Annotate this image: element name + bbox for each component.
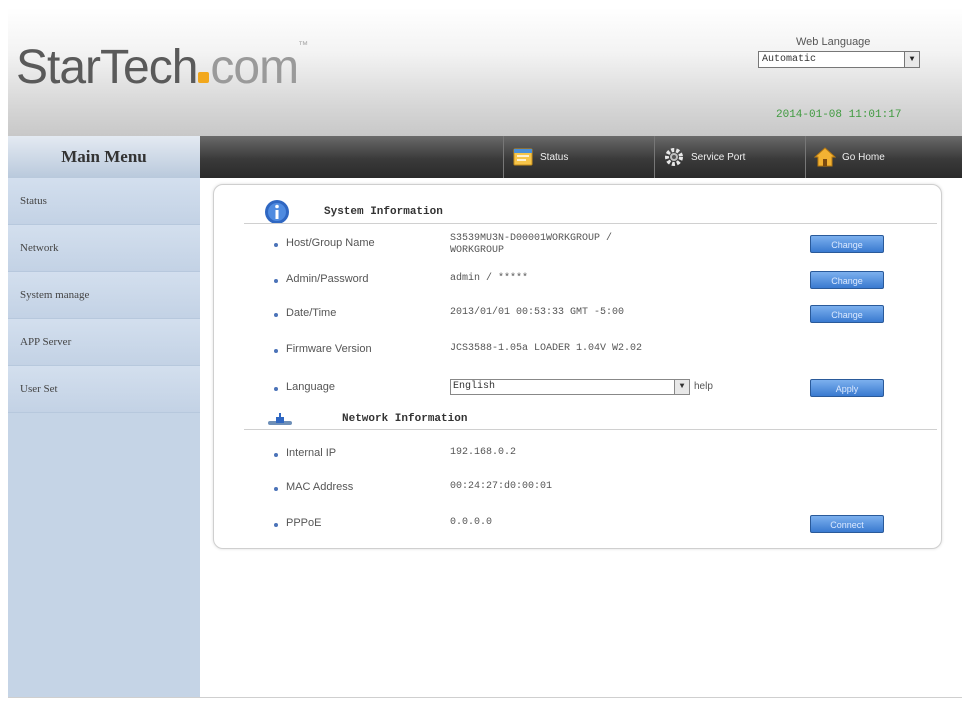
sidebar-item-status[interactable]: Status [8,178,200,225]
main-menu-title: Main Menu [8,136,200,178]
pppoe-value: 0.0.0.0 [450,517,493,528]
date-time-label: Date/Time [286,307,337,319]
mac-address-label: MAC Address [286,481,354,493]
nav-status-label: Status [540,151,569,163]
web-language-select[interactable]: Automatic ▼ [758,51,920,68]
web-language-value: Automatic [762,54,817,65]
gear-icon [665,148,683,166]
web-language-label: Web Language [796,36,871,48]
host-group-value-line1: S3539MU3N-D00001WORKGROUP / [450,233,613,244]
row-pppoe: PPPoE 0.0.0.0 Connect [214,513,941,539]
chevron-down-icon[interactable]: ▼ [904,52,919,67]
nav-go-home-label: Go Home [842,151,885,163]
admin-password-label: Admin/Password [286,273,369,285]
language-label: Language [286,381,335,393]
bullet [274,453,278,457]
firmware-version-label: Firmware Version [286,343,372,355]
logo-text-main: StarTech [16,41,198,94]
network-icon [268,413,292,425]
page: StarTech com™ Web Language Automatic ▼ 20… [8,8,962,698]
row-date-time: Date/Time 2013/01/01 00:53:33 GMT -5:00 … [214,303,941,329]
bullet [274,279,278,283]
network-information-title: Network Information [342,413,468,425]
language-select[interactable]: English ▼ [450,379,690,395]
row-language: Language English ▼ help Apply [214,377,941,403]
pppoe-connect-button[interactable]: Connect [810,515,884,533]
startech-logo: StarTech com™ [16,40,308,95]
admin-password-change-button[interactable]: Change [810,271,884,289]
nav-service-port-label: Service Port [691,151,746,163]
mac-address-value: 00:24:27:d0:00:01 [450,481,553,492]
chevron-down-icon[interactable]: ▼ [674,380,689,394]
row-firmware-version: Firmware Version JCS3588-1.05a LOADER 1.… [214,339,941,365]
system-information-header: System Information [214,199,941,224]
row-admin-password: Admin/Password admin / ***** Change [214,269,941,295]
bullet [274,387,278,391]
nav-service-port-button[interactable]: Service Port [654,136,813,178]
firmware-version-value: JCS3588-1.05a LOADER 1.04V W2.02 [450,343,643,354]
bullet [274,523,278,527]
nav-go-home-button[interactable]: Go Home [805,136,962,178]
row-host-group: Host/Group Name S3539MU3N-D00001WORKGROU… [214,233,941,263]
sidebar: Main Menu Status Network System manage A… [8,136,200,698]
internal-ip-label: Internal IP [286,447,337,459]
network-information-header: Network Information [214,409,941,433]
home-icon [814,147,836,167]
pppoe-label: PPPoE [286,517,322,529]
bullet [274,487,278,491]
status-icon [513,148,533,166]
date-time-change-button[interactable]: Change [810,305,884,323]
sidebar-item-user-set[interactable]: User Set [8,366,200,413]
row-internal-ip: Internal IP 192.168.0.2 [214,443,941,469]
sidebar-item-app-server[interactable]: APP Server [8,319,200,366]
bullet [274,313,278,317]
language-apply-button[interactable]: Apply [810,379,884,397]
host-group-label: Host/Group Name [286,237,375,249]
top-nav-bar: Status Service Port Go Home [200,136,962,178]
sidebar-item-system-manage[interactable]: System manage [8,272,200,319]
host-group-value-line2: WORKGROUP [450,245,505,256]
logo-trademark: ™ [298,40,308,51]
system-information-title: System Information [324,206,443,218]
sidebar-item-network[interactable]: Network [8,225,200,272]
info-panel: System Information Host/Group Name S3539… [213,184,942,549]
header: StarTech com™ Web Language Automatic ▼ 20… [8,8,962,136]
info-icon [265,200,289,224]
row-mac-address: MAC Address 00:24:27:d0:00:01 [214,477,941,503]
date-time-value: 2013/01/01 00:53:33 GMT -5:00 [450,307,625,318]
admin-password-value: admin / ***** [450,273,529,284]
nav-status-button[interactable]: Status [503,136,662,178]
current-datetime: 2014-01-08 11:01:17 [776,109,902,121]
page-bottom-border [8,697,962,698]
language-select-value: English [453,381,496,392]
logo-dot [198,72,210,83]
host-group-change-button[interactable]: Change [810,235,884,253]
bullet [274,349,278,353]
bullet [274,243,278,247]
internal-ip-value: 192.168.0.2 [450,447,517,458]
logo-text-suffix: com [210,41,299,94]
help-link[interactable]: help [694,381,713,392]
